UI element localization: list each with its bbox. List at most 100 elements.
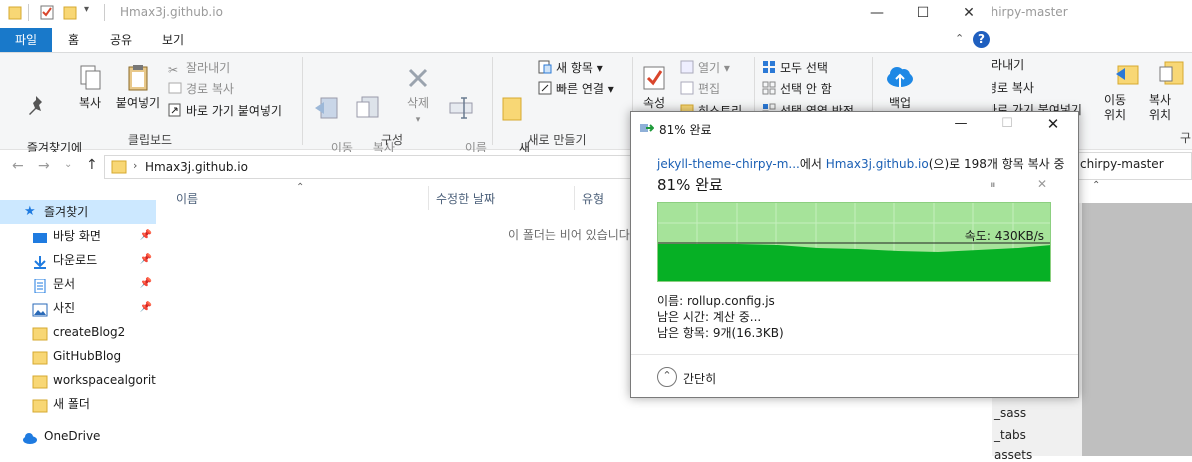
source-link[interactable]: jekyll-theme-chirpy-m...	[657, 157, 800, 171]
open-button[interactable]: 열기 ▾	[680, 58, 730, 78]
pin-icon	[21, 93, 51, 123]
close-button[interactable]: ✕	[946, 0, 992, 26]
tab-view[interactable]: 보기	[150, 28, 196, 52]
nav-item-desktop[interactable]: 바탕 화면 📌	[0, 224, 156, 248]
rename-icon	[446, 93, 476, 123]
backup-button[interactable]: 백업	[878, 63, 922, 111]
copy-path-icon	[168, 81, 182, 95]
new-group-label: 새로 만들기	[527, 133, 587, 147]
bg-copy-to-icon[interactable]	[1157, 58, 1187, 88]
properties-check-icon	[639, 63, 669, 93]
forward-arrow-icon[interactable]: →	[38, 158, 50, 174]
bg-file-item[interactable]: assets	[994, 448, 1032, 462]
bg-file-item[interactable]: _sass	[994, 406, 1026, 420]
less-details-chevron-icon[interactable]: ⌃	[657, 367, 677, 387]
tab-share[interactable]: 공유	[98, 28, 144, 52]
copy-button[interactable]: 복사	[72, 63, 108, 111]
copy-progress-dialog: 81% 완료 — ☐ ✕ jekyll-theme-chirpy-m...에서 …	[630, 111, 1079, 398]
new-item-button[interactable]: 새 항목 ▾	[538, 58, 603, 78]
breadcrumb-separator-icon[interactable]: ›	[133, 159, 137, 172]
bg-sort-chevron-icon[interactable]: ⌃	[1092, 180, 1100, 191]
new-item-icon	[538, 60, 552, 74]
paste-icon	[123, 63, 153, 93]
nav-item-folder[interactable]: GitHubBlog	[0, 344, 156, 368]
time-remaining-label: 남은 시간: 계산 중...	[657, 310, 762, 324]
pinned-icon: 📌	[139, 302, 152, 313]
folder-icon	[32, 325, 48, 341]
sort-chevron-icon[interactable]: ⌃	[296, 182, 304, 193]
tab-home[interactable]: 홈	[56, 28, 91, 52]
nav-quick-access[interactable]: ★ 즐겨찾기	[0, 200, 156, 224]
select-all-button[interactable]: 모두 선택	[762, 58, 828, 78]
copy-description: jekyll-theme-chirpy-m...에서 Hmax3j.github…	[657, 157, 1065, 171]
navigation-pane: ★ 즐겨찾기 바탕 화면 📌 다운로드 📌 문서 📌 사진 📌 createBl…	[0, 186, 156, 456]
empty-folder-message: 이 폴더는 비어 있습니다.	[508, 228, 634, 242]
pause-icon[interactable]: ⏸	[990, 178, 996, 192]
copy-arrow-icon	[640, 122, 655, 137]
clipboard-group-label: 클립보드	[127, 133, 173, 147]
properties-check-icon[interactable]	[40, 5, 54, 20]
window-title: Hmax3j.github.io	[120, 5, 223, 19]
speed-label: 속도: 430KB/s	[964, 229, 1044, 243]
bg-copy-path-label[interactable]: 경로 복사	[986, 79, 1034, 96]
edit-button[interactable]: 편집	[680, 79, 720, 99]
dialog-title: 81% 완료	[659, 123, 712, 137]
paste-shortcut-button[interactable]: 바로 가기 붙여넣기	[168, 101, 282, 121]
folder-icon	[111, 160, 127, 177]
destination-link[interactable]: Hmax3j.github.io	[826, 157, 929, 171]
nav-item-folder[interactable]: createBlog2	[0, 320, 156, 344]
tab-file[interactable]: 파일	[0, 28, 52, 52]
up-arrow-icon[interactable]: ↑	[86, 157, 98, 173]
folder-icon	[32, 349, 48, 365]
document-icon	[32, 277, 48, 294]
paste-button[interactable]: 붙여넣기	[112, 63, 164, 111]
speed-area	[658, 244, 1050, 281]
easy-access-button[interactable]: 빠른 연결 ▾	[538, 79, 614, 99]
copy-icon	[75, 63, 105, 93]
move-to-icon	[311, 93, 341, 123]
nav-item-downloads[interactable]: 다운로드 📌	[0, 248, 156, 272]
cut-button[interactable]: ✂ 잘라내기	[168, 58, 230, 78]
easy-access-icon	[538, 81, 552, 95]
desktop-icon	[32, 229, 48, 243]
nav-onedrive[interactable]: OneDrive	[0, 424, 156, 448]
nav-item-pictures[interactable]: 사진 📌	[0, 296, 156, 320]
bg-copy-to-label[interactable]: 복사 위치	[1149, 93, 1171, 123]
delete-x-icon	[403, 63, 433, 93]
nav-item-folder[interactable]: workspacealgorithm	[0, 368, 156, 392]
folder-icon	[32, 397, 48, 413]
customize-toolbar-icon[interactable]: ▾	[84, 4, 89, 15]
current-file-label: 이름: rollup.config.js	[657, 294, 775, 308]
new-folder-icon[interactable]	[63, 5, 77, 20]
bg-address[interactable]: chirpy-master	[1080, 157, 1164, 171]
select-none-icon	[762, 81, 776, 95]
bg-move-to-label[interactable]: 이동 위치	[1104, 93, 1126, 123]
less-details-button[interactable]: 간단히	[683, 370, 716, 387]
breadcrumb-item[interactable]: Hmax3j.github.io	[145, 160, 248, 174]
dialog-maximize-button[interactable]: ☐	[995, 116, 1019, 136]
properties-button[interactable]: 속성	[638, 63, 670, 111]
column-date-modified[interactable]: 수정한 날짜	[436, 190, 495, 207]
column-name[interactable]: 이름	[176, 190, 198, 207]
dialog-minimize-button[interactable]: —	[949, 116, 973, 136]
bg-move-to-icon[interactable]	[1112, 60, 1142, 90]
minimize-button[interactable]: —	[854, 0, 900, 26]
copy-path-button[interactable]: 경로 복사	[168, 79, 234, 99]
ribbon-collapse-icon[interactable]: ⌃	[955, 32, 964, 45]
column-type[interactable]: 유형	[582, 190, 604, 207]
delete-button[interactable]: 삭제 ▾	[398, 63, 438, 128]
maximize-button[interactable]: ☐	[900, 0, 946, 26]
bg-file-item[interactable]: _tabs	[994, 428, 1026, 442]
back-arrow-icon[interactable]: ←	[12, 158, 24, 174]
nav-item-folder[interactable]: 새 폴더	[0, 392, 156, 416]
items-remaining-label: 남은 항목: 9개(16.3KB)	[657, 326, 784, 340]
dialog-close-button[interactable]: ✕	[1041, 115, 1065, 135]
cancel-icon[interactable]: ✕	[1037, 177, 1047, 191]
folder-icon	[32, 373, 48, 389]
help-icon[interactable]: ?	[973, 31, 990, 48]
cloud-icon	[22, 429, 38, 444]
recent-locations-chevron-icon[interactable]: ⌄	[64, 159, 72, 170]
select-none-button[interactable]: 선택 안 함	[762, 79, 832, 99]
nav-item-documents[interactable]: 문서 📌	[0, 272, 156, 296]
download-arrow-icon	[32, 253, 48, 269]
